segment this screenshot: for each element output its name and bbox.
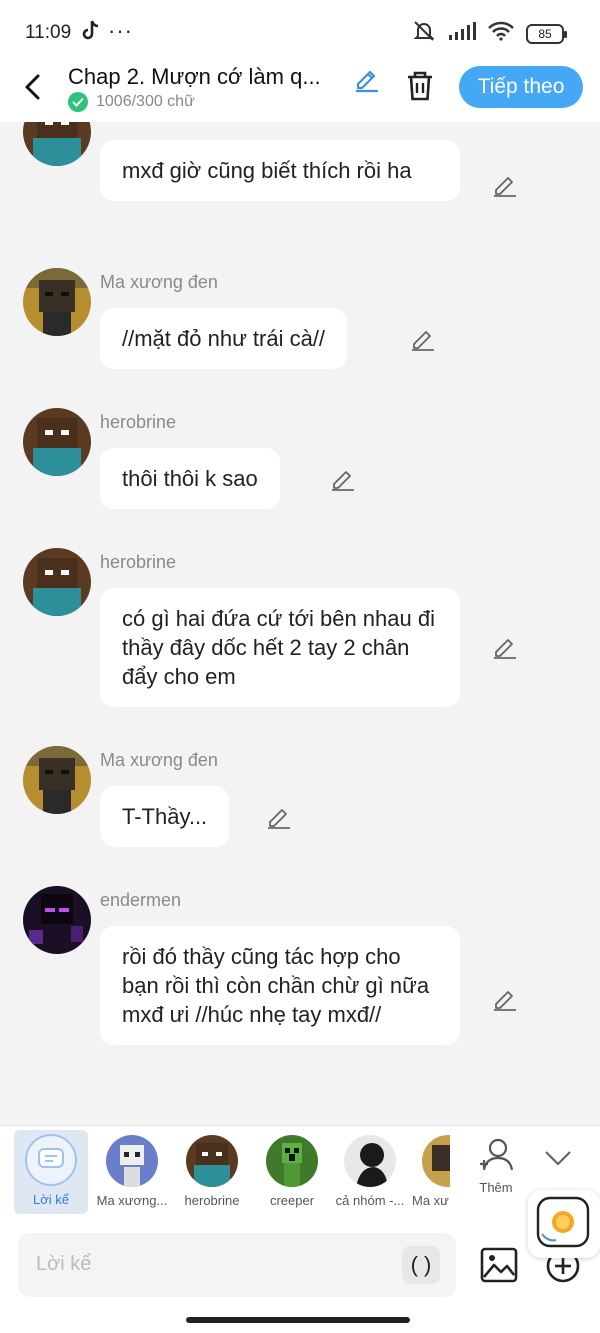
character-creeper[interactable]: creeper bbox=[252, 1126, 332, 1222]
edit-message-icon[interactable] bbox=[492, 172, 518, 198]
edit-message-icon[interactable] bbox=[492, 634, 518, 660]
character-label: creeper bbox=[269, 1193, 315, 1208]
check-icon bbox=[68, 92, 88, 112]
edit-message-icon[interactable] bbox=[492, 986, 518, 1012]
character-label: cả nhóm -... bbox=[335, 1193, 405, 1208]
word-count-row: 1006/300 chữ bbox=[68, 92, 195, 112]
signal-icon bbox=[448, 21, 476, 46]
chat-area: mxđ giờ cũng biết thích rồi ha Ma xương … bbox=[0, 122, 600, 1125]
character-ma-xuong-2[interactable]: Ma xư bbox=[402, 1126, 450, 1222]
avatar-wither-skeleton[interactable] bbox=[23, 268, 91, 336]
avatar-wither-skeleton[interactable] bbox=[23, 746, 91, 814]
chapter-title[interactable]: Chap 2. Mượn cớ làm q... bbox=[68, 64, 344, 90]
next-button[interactable]: Tiếp theo bbox=[459, 66, 583, 108]
character-ca-nhom[interactable]: cả nhóm -... bbox=[330, 1126, 410, 1222]
avatar-herobrine[interactable] bbox=[23, 122, 91, 166]
message-bubble[interactable]: mxđ giờ cũng biết thích rồi ha bbox=[100, 140, 460, 201]
speaker-name: Ma xương đen bbox=[100, 272, 218, 292]
speaker-name: Ma xương đen bbox=[100, 750, 218, 770]
editor-header: Chap 2. Mượn cớ làm q... 1006/300 chữ Ti… bbox=[0, 62, 600, 122]
message-bubble[interactable]: có gì hai đứa cứ tới bên nhau đi thầy đâ… bbox=[100, 588, 460, 707]
more-notifications-icon: ··· bbox=[108, 18, 133, 43]
parenthesis-button[interactable]: ( ) bbox=[402, 1246, 440, 1284]
mute-icon bbox=[412, 20, 436, 47]
character-label: herobrine bbox=[184, 1193, 240, 1208]
reward-floating-button[interactable] bbox=[528, 1190, 600, 1258]
image-icon[interactable] bbox=[480, 1247, 518, 1283]
avatar-herobrine[interactable] bbox=[23, 548, 91, 616]
character-selector: Lời kể Ma xương... herobrine creeper cả … bbox=[0, 1125, 600, 1221]
message-bubble[interactable]: //mặt đỏ như trái cà// bbox=[100, 308, 348, 369]
speaker-name: herobrine bbox=[100, 552, 177, 572]
speaker-name: herobrine bbox=[100, 412, 177, 432]
add-character-button[interactable]: Thêm bbox=[456, 1126, 536, 1222]
status-time: 11:09 bbox=[25, 22, 72, 43]
character-label: Lời kể bbox=[33, 1192, 69, 1207]
more-label: Thêm bbox=[479, 1180, 513, 1195]
character-avatar bbox=[422, 1135, 450, 1187]
narration-input[interactable]: Lời kể ( ) bbox=[18, 1233, 456, 1297]
character-narrator[interactable]: Lời kể bbox=[14, 1130, 88, 1214]
character-avatar bbox=[344, 1135, 396, 1187]
chevron-down-icon[interactable] bbox=[540, 1140, 576, 1176]
character-herobrine[interactable]: herobrine bbox=[172, 1126, 252, 1222]
character-label: Ma xư bbox=[412, 1193, 449, 1208]
back-button[interactable] bbox=[20, 70, 48, 104]
character-avatar bbox=[186, 1135, 238, 1187]
character-ma-xuong-den[interactable]: Ma xương... bbox=[92, 1126, 172, 1222]
status-bar: 11:09 ··· 85 bbox=[0, 0, 600, 62]
avatar-herobrine[interactable] bbox=[23, 408, 91, 476]
edit-title-icon[interactable] bbox=[350, 62, 382, 94]
edit-message-icon[interactable] bbox=[266, 804, 292, 830]
narration-icon bbox=[25, 1134, 77, 1186]
speaker-name: endermen bbox=[100, 890, 182, 910]
message-bubble[interactable]: rồi đó thầy cũng tác hợp cho bạn rồi thì… bbox=[100, 926, 460, 1045]
input-placeholder: Lời kể bbox=[36, 1253, 92, 1275]
edit-message-icon[interactable] bbox=[330, 466, 356, 492]
tiktok-icon bbox=[82, 20, 100, 48]
message-bubble[interactable]: T-Thầy... bbox=[100, 786, 230, 847]
input-bar: Lời kể ( ) bbox=[0, 1221, 600, 1333]
word-count: 1006/300 chữ bbox=[96, 93, 195, 110]
battery-indicator: 85 bbox=[526, 23, 567, 44]
wifi-icon bbox=[488, 21, 514, 46]
character-label: Ma xương... bbox=[96, 1193, 168, 1208]
edit-message-icon[interactable] bbox=[410, 326, 436, 352]
character-avatar bbox=[106, 1135, 158, 1187]
delete-icon[interactable] bbox=[404, 68, 436, 104]
home-indicator bbox=[186, 1317, 410, 1323]
character-avatar bbox=[266, 1135, 318, 1187]
avatar-enderman[interactable] bbox=[23, 886, 91, 954]
add-person-icon bbox=[476, 1136, 516, 1176]
message-bubble[interactable]: thôi thôi k sao bbox=[100, 448, 280, 509]
